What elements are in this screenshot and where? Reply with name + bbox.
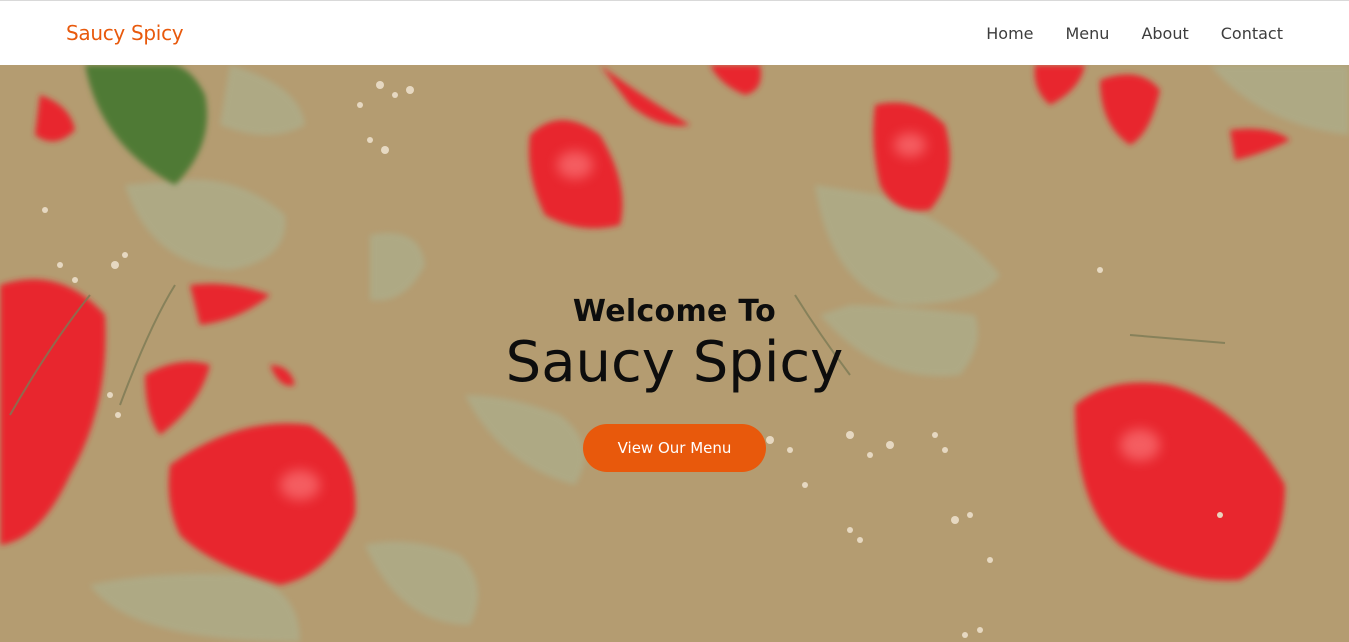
- nav-link-menu[interactable]: Menu: [1066, 24, 1110, 43]
- top-navbar: Saucy Spicy Home Menu About Contact: [0, 0, 1349, 65]
- brand-logo-link[interactable]: Saucy Spicy: [66, 21, 184, 45]
- nav-item-about: About: [1141, 24, 1188, 43]
- nav-item-menu: Menu: [1066, 24, 1110, 43]
- nav-item-home: Home: [986, 24, 1033, 43]
- hero-content: Welcome To Saucy Spicy View Our Menu: [0, 294, 1349, 472]
- hero-section: Welcome To Saucy Spicy View Our Menu: [0, 65, 1349, 642]
- nav-link-contact[interactable]: Contact: [1221, 24, 1283, 43]
- nav-link-home[interactable]: Home: [986, 24, 1033, 43]
- hero-welcome-text: Welcome To: [572, 294, 777, 329]
- hero-title: Saucy Spicy: [505, 330, 844, 395]
- nav-link-about[interactable]: About: [1141, 24, 1188, 43]
- view-menu-button[interactable]: View Our Menu: [583, 424, 766, 472]
- nav-links: Home Menu About Contact: [986, 24, 1283, 43]
- nav-item-contact: Contact: [1221, 24, 1283, 43]
